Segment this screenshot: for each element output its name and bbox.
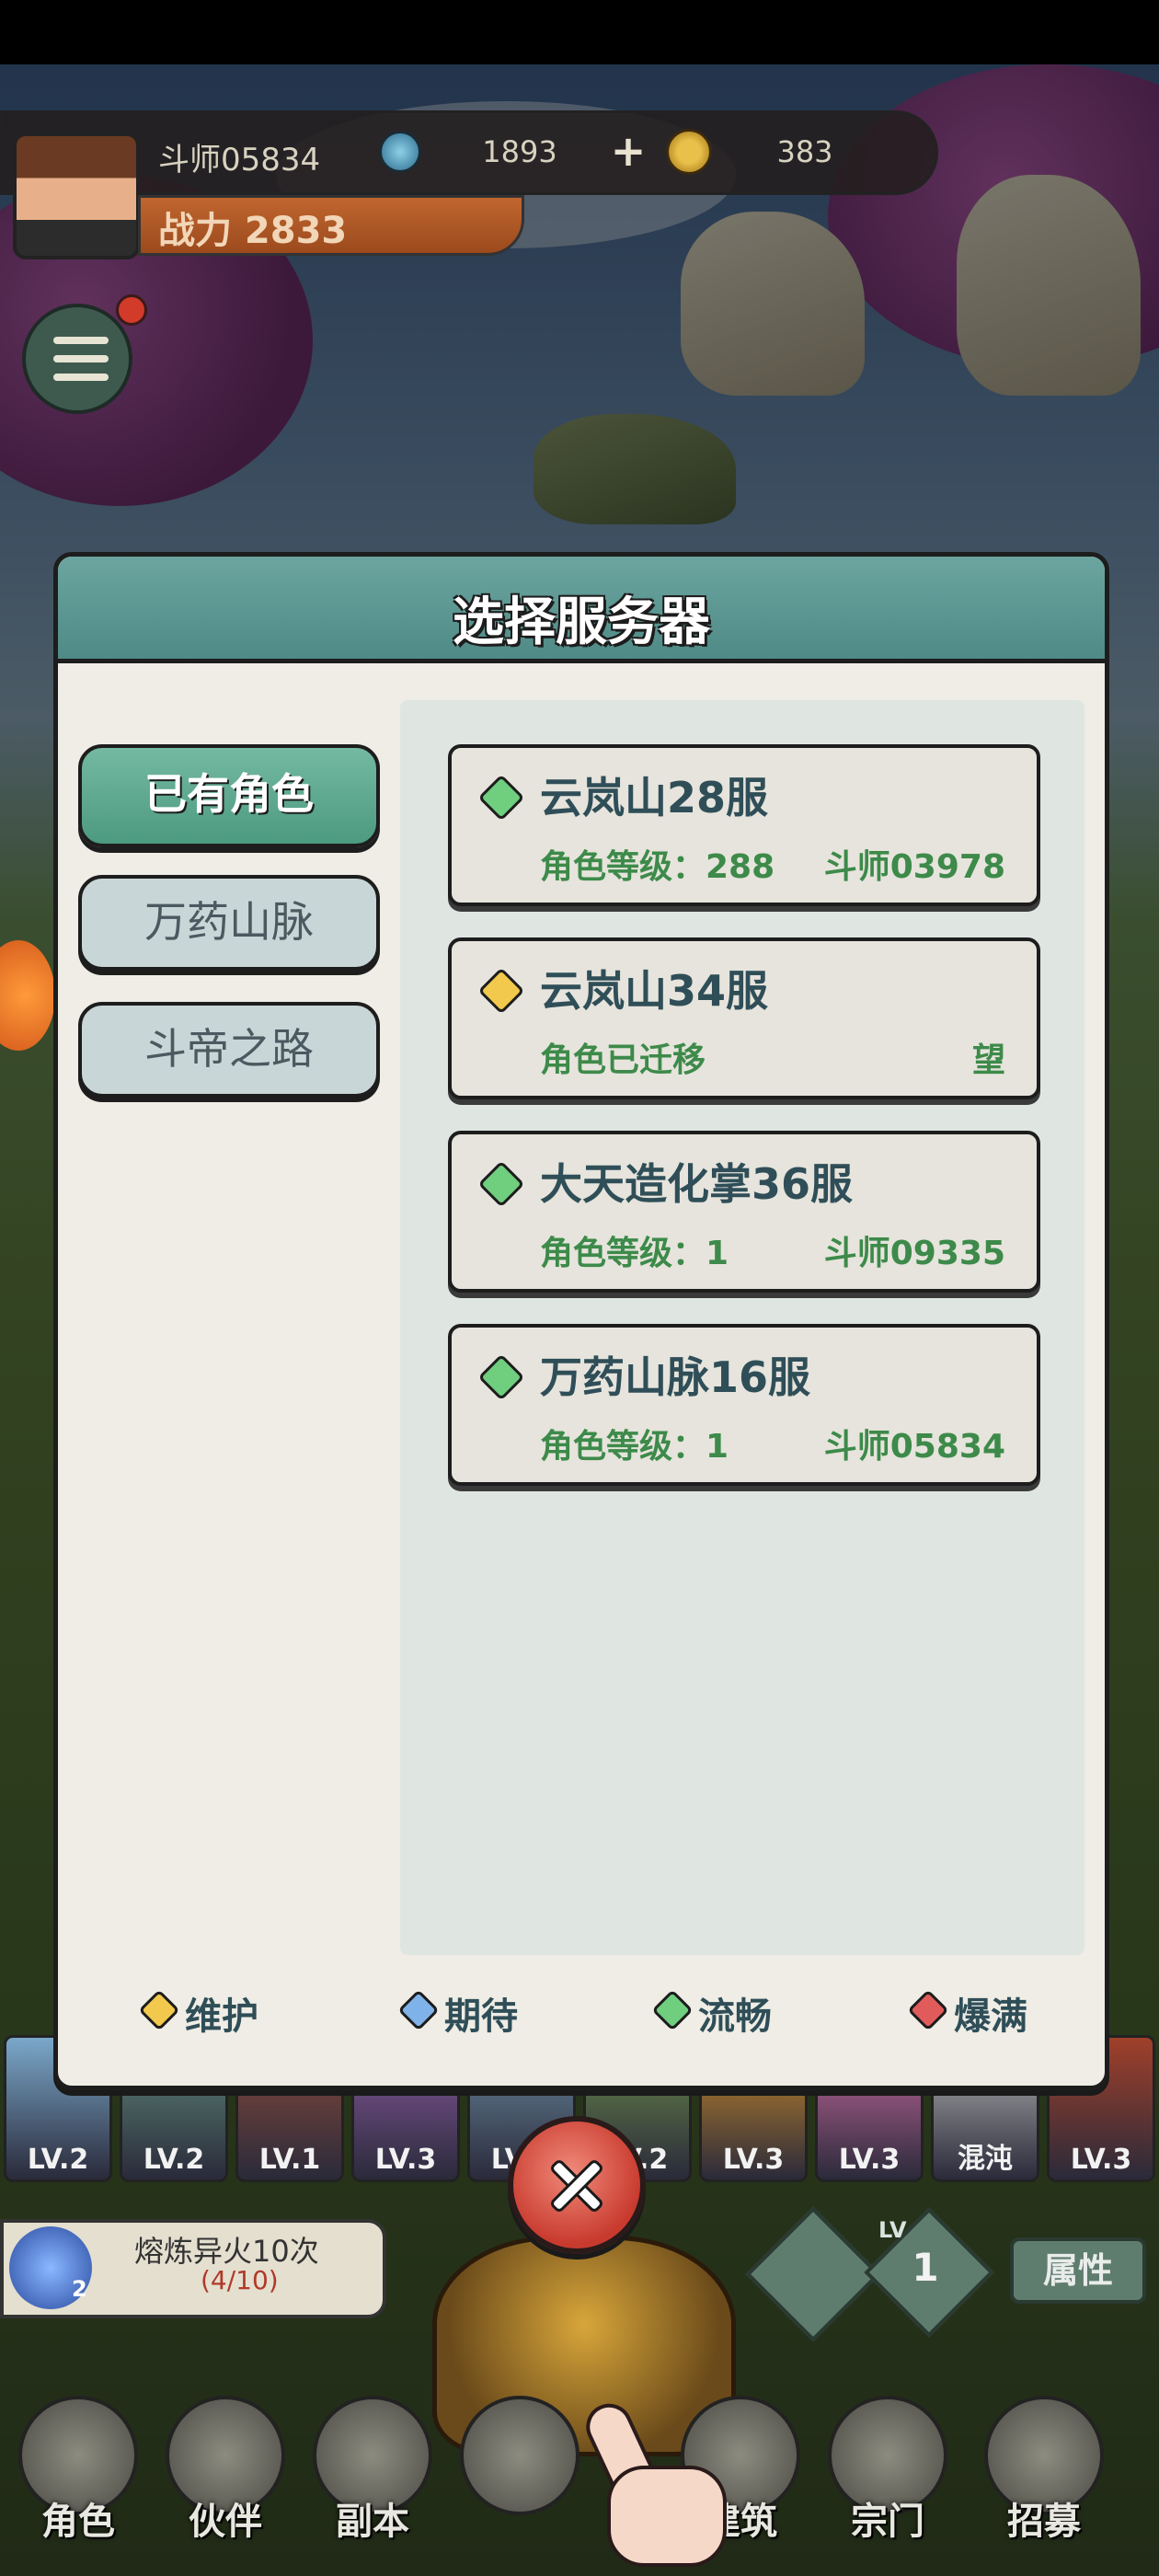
server-name: 云岚山28服 — [540, 773, 769, 822]
nav-center-icon — [460, 2396, 580, 2515]
player-avatar[interactable] — [13, 132, 140, 259]
nav-sect[interactable]: 宗门 — [819, 2390, 957, 2574]
server-list: 云岚山28服角色等级：288 斗师03978 云岚山34服角色已迁移 望大天造化掌36… — [400, 700, 1084, 1955]
legend-label: 爆满 — [954, 1995, 1027, 2038]
legend-diamond-icon — [138, 1989, 180, 2031]
server-card[interactable]: 万药山脉16服角色等级：1 斗师05834 — [448, 1324, 1040, 1486]
nav-character-label: 角色 — [41, 2501, 115, 2543]
menu-icon — [53, 355, 109, 362]
attributes-button[interactable]: 属性 — [1010, 2237, 1146, 2304]
server-name: 云岚山34服 — [540, 966, 769, 1016]
soul-crystal-icon — [379, 131, 421, 173]
legend-label: 流畅 — [698, 1995, 772, 2038]
nav-character[interactable]: 角色 — [9, 2390, 147, 2574]
bottom-nav: 角色 伙伴 副本 建筑 宗门 招募 — [0, 2390, 1159, 2576]
level-value: 1 — [912, 2245, 939, 2290]
legend-diamond-icon — [397, 1989, 440, 2031]
legend-label: 期待 — [444, 1995, 518, 2038]
server-card[interactable]: 大天造化掌36服角色等级：1 斗师09335 — [448, 1131, 1040, 1293]
menu-icon — [53, 337, 109, 344]
hand-palm — [607, 2466, 727, 2567]
hero-level: LV.3 — [722, 2144, 785, 2176]
player-name: 斗师05834 — [158, 142, 321, 178]
status-diamond-icon — [477, 967, 525, 1015]
status-diamond-icon — [477, 1353, 525, 1401]
menu-icon — [53, 374, 109, 381]
hero-level: 混沌 — [958, 2143, 1013, 2175]
legend-label: 维护 — [185, 1995, 258, 2038]
notification-dot — [116, 294, 147, 326]
nav-partner-label: 伙伴 — [189, 2501, 262, 2543]
currency2-value: 383 — [776, 134, 833, 169]
task-progress: (4/10) — [201, 2265, 279, 2295]
close-button[interactable] — [508, 2116, 646, 2254]
level-tag: LV — [878, 2217, 907, 2243]
server-role-info: 角色等级：1 — [540, 1428, 729, 1466]
nav-partner[interactable]: 伙伴 — [156, 2390, 294, 2574]
tutorial-hand-icon — [579, 2396, 745, 2576]
status-legend: 维护 期待 流畅 爆满 — [58, 1977, 1105, 2041]
nav-dungeon-label: 副本 — [336, 2501, 409, 2543]
currency1-value: 1893 — [482, 134, 557, 169]
tab-wanyao-mountains[interactable]: 万药山脉 — [78, 875, 380, 971]
status-diamond-icon — [477, 774, 525, 822]
tab-doudi-road[interactable]: 斗帝之路 — [78, 1002, 380, 1098]
server-role-name: 斗师09335 — [823, 1235, 1005, 1272]
legend-diamond-icon — [907, 1989, 949, 2031]
server-role-info: 角色等级：1 — [540, 1235, 729, 1272]
server-name: 大天造化掌36服 — [540, 1159, 854, 1209]
legend-diamond-icon — [651, 1989, 694, 2031]
nav-recruit[interactable]: 招募 — [975, 2390, 1113, 2574]
hero-level: LV.2 — [27, 2144, 89, 2176]
nav-sect-label: 宗门 — [851, 2501, 924, 2543]
menu-button[interactable] — [22, 304, 132, 414]
hero-level: LV.1 — [258, 2144, 321, 2176]
add-currency-button[interactable]: + — [607, 127, 649, 175]
server-card[interactable]: 云岚山28服角色等级：288 斗师03978 — [448, 744, 1040, 906]
server-card[interactable]: 云岚山34服角色已迁移 望 — [448, 937, 1040, 1099]
hero-level: LV.3 — [1070, 2144, 1132, 2176]
dialog-header: 选择服务器 — [58, 557, 1105, 663]
server-role-name: 望 — [971, 1041, 1005, 1079]
server-select-dialog: 选择服务器 已有角色 万药山脉 斗帝之路 云岚山28服角色等级：288 斗师039… — [53, 552, 1109, 2090]
server-role-info: 角色已迁移 — [540, 1041, 706, 1079]
server-role-info: 角色等级：288 — [540, 848, 775, 886]
server-role-name: 斗师03978 — [823, 848, 1005, 886]
task-count: 2 — [72, 2276, 87, 2302]
power-label: 战力 2833 — [158, 210, 348, 252]
server-name: 万药山脉16服 — [540, 1352, 811, 1402]
status-diamond-icon — [477, 1160, 525, 1208]
hero-level: LV.3 — [838, 2144, 901, 2176]
nav-dungeon[interactable]: 副本 — [304, 2390, 442, 2574]
hero-level: LV.3 — [374, 2144, 437, 2176]
server-role-name: 斗师05834 — [823, 1428, 1005, 1466]
tab-existing-roles[interactable]: 已有角色 — [78, 744, 380, 847]
gold-coin-icon — [666, 129, 712, 175]
nav-center[interactable] — [451, 2390, 589, 2574]
dialog-title: 选择服务器 — [453, 592, 710, 652]
nav-recruit-label: 招募 — [1007, 2501, 1081, 2543]
hero-level: LV.2 — [143, 2144, 205, 2176]
